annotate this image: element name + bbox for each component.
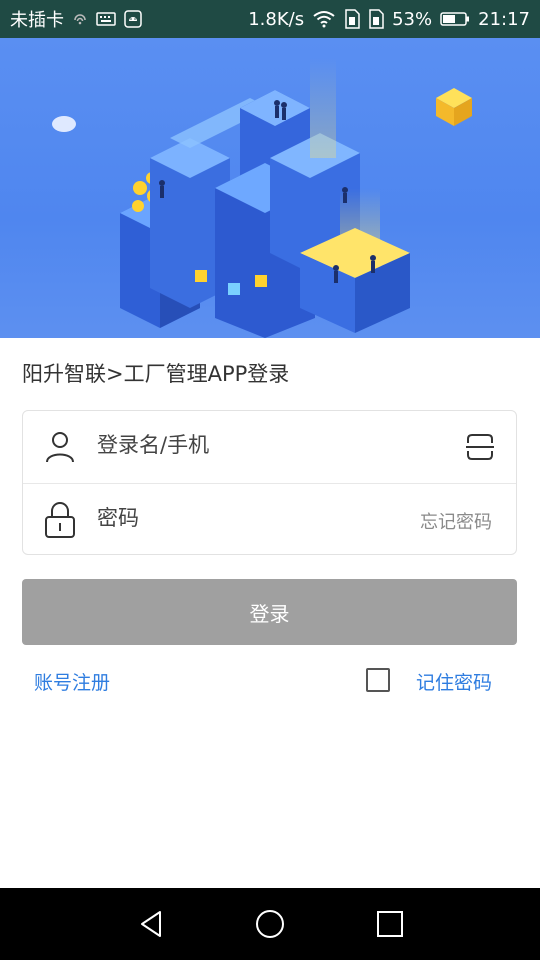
sim1-icon <box>344 9 360 29</box>
wifi-icon <box>312 10 336 28</box>
user-icon <box>43 427 77 467</box>
password-row: 忘记密码 <box>23 484 516 556</box>
username-row <box>23 411 516 484</box>
home-icon[interactable] <box>254 908 286 940</box>
username-input[interactable] <box>95 423 419 467</box>
sim2-icon <box>368 9 384 29</box>
hotspot-icon <box>72 11 88 27</box>
battery-icon <box>440 11 470 27</box>
login-title: 阳升智联>工厂管理APP登录 <box>22 362 290 386</box>
scan-icon[interactable] <box>464 431 496 463</box>
recents-icon[interactable] <box>374 908 406 940</box>
remember-password-label[interactable]: 记住密码 <box>416 668 492 695</box>
password-input[interactable] <box>95 496 419 540</box>
status-right: 1.8K/s 53% 21:17 <box>248 9 530 30</box>
login-form: 忘记密码 <box>22 410 517 555</box>
register-link[interactable]: 账号注册 <box>34 668 110 695</box>
banner-illustration <box>0 38 540 338</box>
isometric-city-illustration <box>52 58 472 338</box>
login-button[interactable]: 登录 <box>22 579 517 645</box>
forgot-password-link[interactable]: 忘记密码 <box>420 508 492 534</box>
network-speed: 1.8K/s <box>248 8 305 30</box>
status-left: 未插卡 <box>10 6 142 32</box>
keyboard-icon <box>96 12 116 26</box>
remember-password-checkbox[interactable] <box>366 668 390 692</box>
carrier-label: 未插卡 <box>10 10 64 31</box>
navigation-bar <box>0 888 540 960</box>
status-bar: 未插卡 1.8K/s 53% 21:17 <box>0 0 540 38</box>
android-icon <box>124 10 142 28</box>
battery-percent: 53% <box>392 8 433 30</box>
lock-icon <box>43 500 77 540</box>
back-icon[interactable] <box>136 908 168 940</box>
clock: 21:17 <box>478 8 530 30</box>
